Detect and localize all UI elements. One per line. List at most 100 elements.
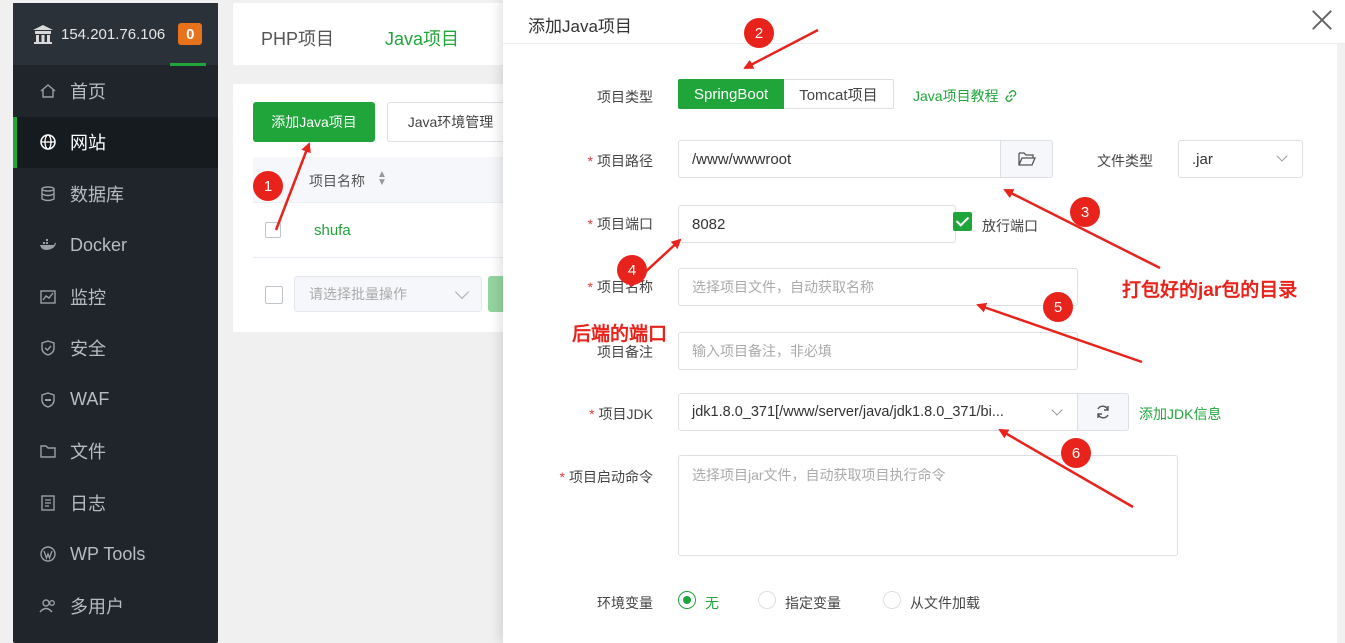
refresh-jdk-button[interactable]: [1077, 393, 1129, 431]
refresh-icon: [1097, 405, 1109, 419]
file-type-value: .jar: [1192, 150, 1213, 168]
java-tutorial-link[interactable]: Java项目教程: [913, 86, 1018, 106]
file-type-label: 文件类型: [1097, 153, 1153, 169]
database-icon: [39, 185, 57, 203]
type-springboot-button[interactable]: SpringBoot: [678, 79, 785, 109]
project-port-input[interactable]: 8082: [678, 205, 956, 243]
open-port-checkbox[interactable]: [953, 212, 972, 231]
select-all-checkbox[interactable]: [265, 286, 283, 304]
annotation-marker-5: 5: [1043, 292, 1073, 322]
sidebar-item-docker[interactable]: Docker: [13, 220, 218, 272]
annotation-marker-4: 4: [617, 255, 647, 285]
annotation-marker-3: 3: [1070, 197, 1100, 227]
browse-folder-button[interactable]: [1000, 140, 1053, 178]
sidebar-menu: 首页 网站 数据库 Docker 监控 安全 WAF 文件 日志 WP Tool…: [13, 65, 218, 632]
sidebar-item-multi-user[interactable]: 多用户: [13, 580, 218, 632]
wordpress-icon: [39, 545, 57, 563]
project-tabs: PHP项目 Java项目: [233, 3, 513, 65]
link-icon: [1004, 90, 1016, 102]
batch-action-select[interactable]: 请选择批量操作: [294, 276, 482, 312]
env-file-label[interactable]: 从文件加载: [910, 593, 980, 613]
project-list-card: 添加Java项目 Java环境管理 项目名称 ▲ ▼ shufa 请选择批量操作: [233, 84, 513, 332]
annotation-marker-6: 6: [1061, 438, 1091, 468]
type-tomcat-button[interactable]: Tomcat项目: [784, 79, 894, 109]
sidebar-item-files[interactable]: 文件: [13, 426, 218, 478]
sidebar-item-label: WP Tools: [70, 543, 146, 564]
start-command-label: * 项目启动命令: [559, 469, 653, 485]
chevron-down-icon: [1276, 150, 1288, 162]
java-env-button[interactable]: Java环境管理: [387, 102, 513, 142]
env-file-radio[interactable]: [883, 591, 901, 609]
tab-java[interactable]: Java项目: [385, 25, 459, 51]
dialog-scrollbar[interactable]: [1337, 44, 1345, 643]
server-ip: 154.201.76.106: [61, 25, 166, 43]
add-java-project-button[interactable]: 添加Java项目: [253, 102, 375, 142]
add-jdk-link[interactable]: 添加JDK信息: [1139, 404, 1221, 424]
sidebar-item-waf[interactable]: WAF: [13, 374, 218, 426]
env-none-radio[interactable]: [678, 591, 696, 609]
sidebar-item-monitor[interactable]: 监控: [13, 271, 218, 323]
annotation-marker-1: 1: [253, 171, 283, 201]
folder-open-icon: [1017, 152, 1036, 166]
jdk-label: * 项目JDK: [589, 406, 653, 422]
tab-php[interactable]: PHP项目: [261, 25, 334, 51]
dialog-title: 添加Java项目: [528, 17, 632, 36]
project-name-input[interactable]: 选择项目文件，自动获取名称: [678, 268, 1078, 306]
row-checkbox[interactable]: [265, 222, 281, 238]
port-label: * 项目端口: [587, 216, 653, 232]
sidebar: 154.201.76.106 0 首页 网站 数据库 Docker 监控 安全: [13, 3, 218, 643]
server-logo-icon: [33, 25, 53, 44]
sidebar-item-label: 文件: [70, 442, 106, 463]
project-path-input[interactable]: /www/wwwroot: [678, 140, 1001, 178]
type-label: 项目类型: [597, 89, 653, 105]
annotation-jar-dir-note: 打包好的jar包的目录: [1122, 280, 1298, 301]
dialog-header: 添加Java项目: [503, 0, 1345, 44]
sidebar-item-label: 数据库: [70, 184, 124, 205]
table-row: shufa: [253, 204, 513, 258]
sidebar-item-security[interactable]: 安全: [13, 323, 218, 375]
jdk-value: jdk1.8.0_371[/www/server/java/jdk1.8.0_3…: [692, 404, 1004, 420]
monitor-icon: [39, 288, 57, 306]
sidebar-item-label: 安全: [70, 339, 106, 360]
globe-icon: [39, 133, 57, 151]
sidebar-item-website[interactable]: 网站: [13, 116, 218, 168]
folder-icon: [39, 442, 57, 460]
docker-icon: [39, 236, 57, 254]
annotation-port-note: 后端的端口: [572, 324, 668, 345]
batch-action-placeholder: 请选择批量操作: [309, 286, 407, 302]
env-specify-label[interactable]: 指定变量: [785, 593, 841, 613]
env-specify-radio[interactable]: [758, 591, 776, 609]
log-icon: [39, 494, 57, 512]
sidebar-item-wp-tools[interactable]: WP Tools: [13, 529, 218, 581]
column-project-name[interactable]: 项目名称: [309, 171, 365, 191]
annotation-marker-2: 2: [744, 18, 774, 48]
sidebar-item-home[interactable]: 首页: [13, 65, 218, 117]
sidebar-item-label: WAF: [70, 389, 110, 410]
sidebar-item-label: Docker: [70, 234, 128, 255]
sidebar-item-database[interactable]: 数据库: [13, 168, 218, 220]
jdk-select[interactable]: jdk1.8.0_371[/www/server/java/jdk1.8.0_3…: [678, 393, 1078, 431]
chevron-down-icon: [1051, 404, 1063, 416]
sidebar-item-logs[interactable]: 日志: [13, 477, 218, 529]
path-label: * 项目路径: [587, 153, 653, 169]
chevron-down-icon: [454, 284, 470, 300]
project-remark-input[interactable]: 输入项目备注，非必填: [678, 332, 1078, 370]
active-tab-indicator: [170, 63, 206, 66]
close-icon[interactable]: [1311, 9, 1333, 31]
env-none-label[interactable]: 无: [705, 593, 719, 613]
shield-icon: [39, 339, 57, 357]
notification-badge[interactable]: 0: [178, 23, 203, 45]
table-header: 项目名称 ▲ ▼: [253, 157, 513, 203]
open-port-label[interactable]: 放行端口: [982, 216, 1038, 236]
project-name-link[interactable]: shufa: [314, 222, 351, 239]
tutorial-link-text: Java项目教程: [913, 88, 999, 104]
sidebar-item-label: 监控: [70, 287, 106, 308]
sort-icon[interactable]: ▲ ▼: [377, 170, 387, 188]
home-icon: [39, 82, 57, 100]
waf-icon: [39, 391, 57, 409]
file-type-select[interactable]: .jar: [1178, 140, 1303, 178]
start-command-textarea[interactable]: 选择项目jar文件，自动获取项目执行命令: [678, 455, 1178, 556]
sidebar-item-label: 多用户: [70, 596, 124, 617]
project-type-switch: SpringBoot Tomcat项目: [678, 79, 894, 109]
sidebar-header: 154.201.76.106 0: [13, 3, 218, 65]
